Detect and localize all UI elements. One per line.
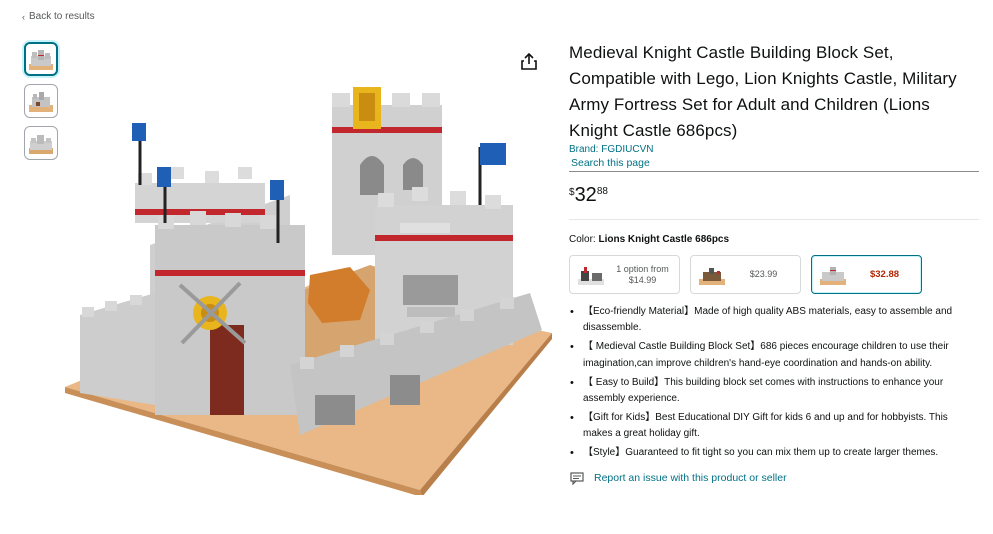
comment-icon — [570, 472, 584, 485]
price-display: $ 32 88 — [569, 184, 979, 206]
feature-bullet: 【 Medieval Castle Building Block Set】686… — [570, 339, 979, 372]
brand-link[interactable]: Brand: FGDIUCVN — [569, 144, 979, 155]
chevron-left-icon: ‹ — [22, 11, 25, 22]
feature-bullet: 【Style】Guaranteed to fit tight so you ca… — [570, 445, 979, 462]
color-options: 1 option from $14.99 $23.99 $32.88 — [569, 255, 979, 294]
feature-bullet: 【Gift for Kids】Best Educational DIY Gift… — [570, 410, 979, 443]
feature-bullets: 【Eco-friendly Material】Made of high qual… — [569, 304, 979, 462]
color-value: Lions Knight Castle 686pcs — [598, 234, 730, 245]
color-label: Color: — [569, 234, 596, 245]
feature-bullet: 【 Easy to Build】This building block set … — [570, 375, 979, 408]
product-title: Medieval Knight Castle Building Block Se… — [569, 43, 957, 140]
color-option-2[interactable]: $23.99 — [690, 255, 801, 294]
thumbnail-3[interactable] — [24, 126, 58, 160]
product-details-panel: Medieval Knight Castle Building Block Se… — [569, 40, 979, 485]
castle-variant-icon — [820, 266, 846, 285]
report-issue-label: Report an issue with this product or sel… — [594, 472, 787, 485]
price-whole: 32 — [574, 184, 597, 206]
share-icon[interactable] — [519, 52, 539, 72]
option-price: $32.88 — [869, 269, 900, 280]
divider — [569, 219, 979, 220]
color-option-1[interactable]: 1 option from $14.99 — [569, 255, 680, 294]
thumbnail-1[interactable] — [24, 42, 58, 76]
castle-thumbnail-icon — [29, 135, 53, 154]
option-price: 1 option from $14.99 — [616, 263, 669, 285]
castle-thumbnail-icon — [29, 92, 53, 112]
option-price: $23.99 — [749, 269, 778, 279]
search-this-page-link[interactable]: Search this page — [569, 157, 979, 172]
thumbnail-strip — [24, 42, 58, 160]
thumbnail-2[interactable] — [24, 84, 58, 118]
price-fraction: 88 — [596, 186, 608, 197]
color-selection-label: Color: Lions Knight Castle 686pcs — [569, 234, 979, 245]
color-option-3[interactable]: $32.88 — [811, 255, 922, 294]
castle-variant-icon — [699, 267, 725, 285]
castle-variant-icon — [578, 266, 604, 285]
back-to-results-label: Back to results — [29, 11, 95, 22]
feature-bullet: 【Eco-friendly Material】Made of high qual… — [570, 304, 979, 337]
castle-thumbnail-icon — [29, 50, 53, 70]
main-product-image[interactable] — [60, 75, 555, 495]
report-issue-link[interactable]: Report an issue with this product or sel… — [569, 472, 979, 485]
back-to-results-link[interactable]: ‹ Back to results — [22, 11, 95, 22]
